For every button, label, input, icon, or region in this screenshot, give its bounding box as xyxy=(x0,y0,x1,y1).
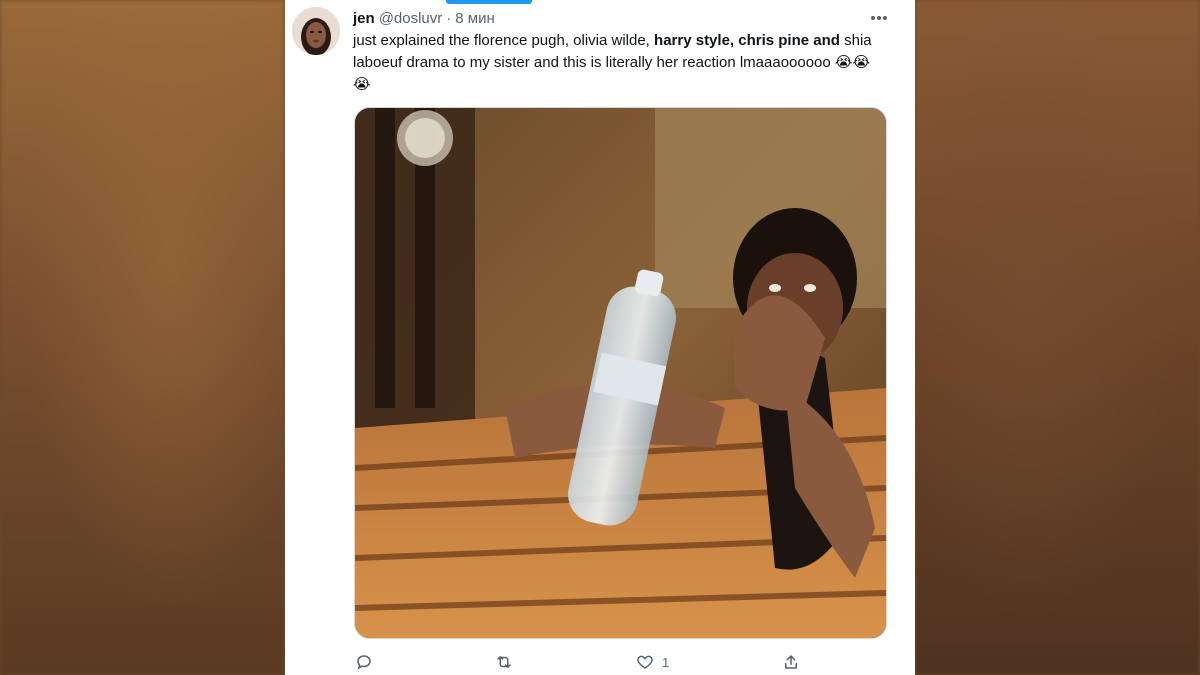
tab-indicator xyxy=(446,0,532,4)
share-icon xyxy=(785,655,797,669)
like-count: 1 xyxy=(662,654,670,670)
tweet-video[interactable] xyxy=(354,107,887,639)
more-options-button[interactable] xyxy=(867,8,891,28)
tweet-text: just explained the florence pugh, olivia… xyxy=(353,30,883,96)
share-button[interactable] xyxy=(782,650,800,674)
avatar[interactable] xyxy=(292,7,340,55)
more-icon xyxy=(871,16,887,20)
tweet-card: jen @dosluvr · 8 мин just explained the … xyxy=(285,0,915,675)
header-separator: · xyxy=(446,9,452,27)
reply-button[interactable] xyxy=(355,650,373,674)
tweet-actions: 1 xyxy=(353,650,803,674)
video-thumbnail xyxy=(355,108,886,638)
tweet-text-part1: just explained the florence pugh, olivia… xyxy=(353,32,655,49)
background-left xyxy=(0,0,285,675)
retweet-button[interactable] xyxy=(494,650,514,674)
retweet-icon xyxy=(497,656,511,668)
author-handle[interactable]: @dosluvr xyxy=(379,10,443,27)
heart-icon xyxy=(637,655,653,669)
tweet-timestamp[interactable]: 8 мин xyxy=(455,10,495,27)
author-name[interactable]: jen xyxy=(353,10,375,27)
tweet-header: jen @dosluvr · 8 мин xyxy=(353,8,495,28)
background-right xyxy=(915,0,1200,675)
tweet-text-bold: harry style, chris pine and xyxy=(654,32,840,49)
like-button[interactable]: 1 xyxy=(636,650,669,674)
reply-icon xyxy=(357,655,371,670)
